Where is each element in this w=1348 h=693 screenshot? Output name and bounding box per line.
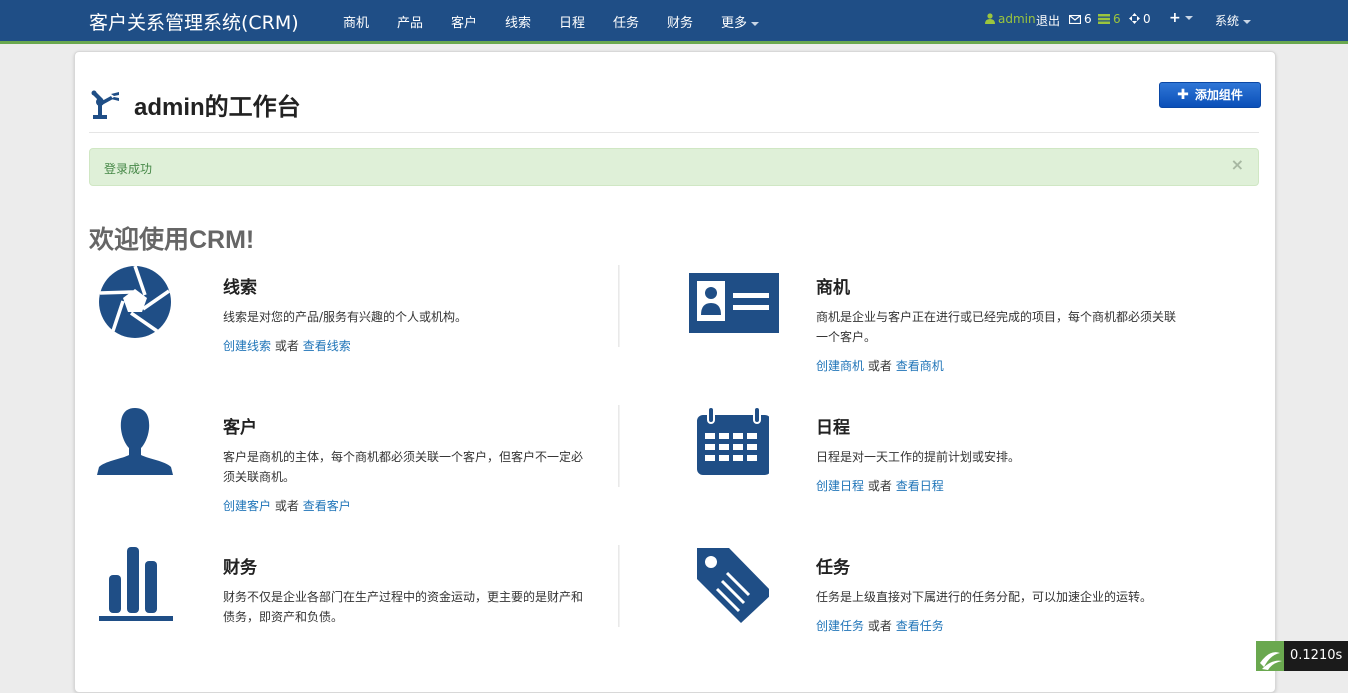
notifications-button[interactable]: 0 xyxy=(1129,12,1151,26)
nav-item-task[interactable]: 任务 xyxy=(613,12,639,31)
feature-links: 创建客户 或者 查看客户 xyxy=(223,497,351,514)
nav-item-opportunity[interactable]: 商机 xyxy=(343,12,369,31)
create-schedule-link[interactable]: 创建日程 xyxy=(816,479,864,493)
view-leads-link[interactable]: 查看线索 xyxy=(303,339,351,353)
create-opportunity-link[interactable]: 创建商机 xyxy=(816,359,864,373)
brand-title[interactable]: 客户关系管理系统(CRM) xyxy=(89,8,299,35)
tasks-button[interactable]: 6 xyxy=(1098,12,1121,26)
nav-item-more[interactable]: 更多 xyxy=(721,12,760,31)
header-divider xyxy=(89,132,1259,133)
id-card-icon xyxy=(689,273,779,333)
system-menu[interactable]: 系统 xyxy=(1215,12,1252,29)
or-text: 或者 xyxy=(867,479,892,493)
logout-link[interactable]: 退出 xyxy=(1036,12,1060,29)
create-leads-link[interactable]: 创建线索 xyxy=(223,339,271,353)
feature-links: 创建线索 或者 查看线索 xyxy=(223,337,351,354)
nav-item-finance[interactable]: 财务 xyxy=(667,12,693,31)
feature-links: 创建日程 或者 查看日程 xyxy=(816,477,944,494)
close-icon[interactable]: × xyxy=(1231,155,1244,174)
page-timer-badge: 0.1210s xyxy=(1256,641,1348,671)
page-timer-value: 0.1210s xyxy=(1290,648,1343,663)
feature-description: 客户是商机的主体，每个商机都必须关联一个客户，但客户不一定必须关联商机。 xyxy=(223,450,584,484)
create-customer-link[interactable]: 创建客户 xyxy=(223,499,271,513)
main-panel: admin的工作台 ✚ 添加组件 登录成功 × 欢迎使用CRM! 线索 线索是对您… xyxy=(74,51,1276,693)
feature-task: 任务 任务是上级直接对下属进行的任务分配，可以加速企业的运转。 创建任务 或者 … xyxy=(689,545,1249,655)
chevron-down-icon xyxy=(1243,19,1252,24)
chevron-down-icon xyxy=(751,21,760,26)
column-divider xyxy=(618,405,620,487)
add-widget-label: 添加组件 xyxy=(1194,88,1243,102)
user-silhouette-icon xyxy=(97,408,173,475)
feature-links: 创建商机 或者 查看商机 xyxy=(816,357,944,374)
plus-icon: ✚ xyxy=(1177,87,1189,103)
envelope-icon xyxy=(1069,15,1081,24)
success-alert: 登录成功 × xyxy=(89,148,1259,186)
column-divider xyxy=(618,545,620,627)
add-widget-button[interactable]: ✚ 添加组件 xyxy=(1159,82,1261,108)
task-count: 6 xyxy=(1113,12,1121,26)
feature-title: 日程 xyxy=(816,418,850,438)
create-task-link[interactable]: 创建任务 xyxy=(816,619,864,633)
more-label: 更多 xyxy=(721,16,748,31)
feature-description: 线索是对您的产品/服务有兴趣的个人或机构。 xyxy=(223,310,468,324)
column-divider xyxy=(618,265,620,347)
feature-description: 任务是上级直接对下属进行的任务分配，可以加速企业的运转。 xyxy=(816,590,1153,604)
messages-button[interactable]: 6 xyxy=(1069,12,1092,26)
feature-links: 创建任务 或者 查看任务 xyxy=(816,617,944,634)
feature-title: 任务 xyxy=(816,558,850,578)
feature-schedule: 日程 日程是对一天工作的提前计划或安排。 创建日程 或者 查看日程 xyxy=(689,405,1249,515)
calendar-icon xyxy=(697,406,769,475)
tag-icon xyxy=(697,548,769,623)
chevron-down-icon xyxy=(1184,16,1193,20)
system-label: 系统 xyxy=(1215,14,1240,28)
nav-item-leads[interactable]: 线索 xyxy=(505,12,531,31)
user-icon xyxy=(985,13,995,24)
feature-title: 线索 xyxy=(223,278,257,298)
feature-finance: 财务 财务不仅是企业各部门在生产过程中的资金运动，更主要的是财产和债务，即资产和… xyxy=(97,545,617,655)
feature-title: 财务 xyxy=(223,558,257,578)
message-count: 6 xyxy=(1084,12,1092,26)
welcome-heading: 欢迎使用CRM! xyxy=(89,226,255,254)
feature-customer: 客户 客户是商机的主体，每个商机都必须关联一个客户，但客户不一定必须关联商机。 … xyxy=(97,405,617,515)
feature-description: 财务不仅是企业各部门在生产过程中的资金运动，更主要的是财产和债务，即资产和负债。 xyxy=(223,590,584,624)
nav-item-customer[interactable]: 客户 xyxy=(451,12,477,31)
add-menu[interactable]: + xyxy=(1169,10,1193,26)
or-text: 或者 xyxy=(867,619,892,633)
feature-description: 商机是企业与客户正在进行或已经完成的项目，每个商机都必须关联一个客户。 xyxy=(816,310,1177,344)
or-text: 或者 xyxy=(274,339,299,353)
alert-message: 登录成功 xyxy=(104,162,153,176)
top-navbar: 客户关系管理系统(CRM) 商机 产品 客户 线索 日程 任务 财务 更多 ad… xyxy=(0,0,1348,44)
feature-title: 商机 xyxy=(816,278,850,298)
or-text: 或者 xyxy=(867,359,892,373)
view-opportunity-link[interactable]: 查看商机 xyxy=(896,359,944,373)
notification-count: 0 xyxy=(1143,12,1151,26)
page-title: admin的工作台 xyxy=(134,94,301,121)
bar-chart-icon xyxy=(99,547,173,621)
robot-arm-icon xyxy=(91,90,119,119)
plus-icon: + xyxy=(1169,10,1181,26)
nav-item-product[interactable]: 产品 xyxy=(397,12,423,31)
view-task-link[interactable]: 查看任务 xyxy=(896,619,944,633)
view-customer-link[interactable]: 查看客户 xyxy=(303,499,351,513)
move-icon xyxy=(1129,13,1140,24)
logo-icon xyxy=(1256,641,1284,671)
feature-opportunity: 商机 商机是企业与客户正在进行或已经完成的项目，每个商机都必须关联一个客户。 创… xyxy=(689,265,1249,385)
user-menu[interactable]: admin xyxy=(985,12,1036,26)
tasks-icon xyxy=(1098,14,1110,24)
view-schedule-link[interactable]: 查看日程 xyxy=(896,479,944,493)
feature-description: 日程是对一天工作的提前计划或安排。 xyxy=(816,450,1021,464)
user-name: admin xyxy=(998,12,1036,26)
or-text: 或者 xyxy=(274,499,299,513)
nav-item-schedule[interactable]: 日程 xyxy=(559,12,585,31)
feature-leads: 线索 线索是对您的产品/服务有兴趣的个人或机构。 创建线索 或者 查看线索 xyxy=(97,265,617,375)
aperture-icon xyxy=(99,265,171,338)
feature-title: 客户 xyxy=(223,418,257,438)
